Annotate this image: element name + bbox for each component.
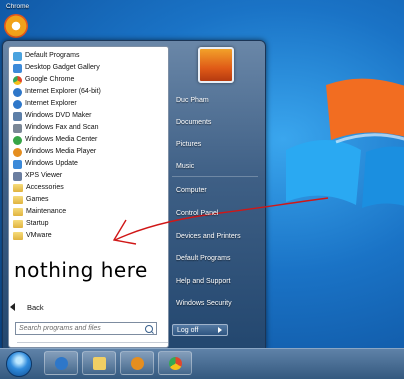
right-item-windows-security[interactable]: Windows Security xyxy=(176,300,232,307)
folder-icon xyxy=(13,220,23,228)
annotation-text: nothing here xyxy=(14,258,148,282)
program-item[interactable]: Windows Media Center xyxy=(11,134,166,146)
log-off-options-arrow-icon[interactable] xyxy=(218,327,222,333)
folder-icon xyxy=(13,196,23,204)
media-player-icon xyxy=(131,357,144,370)
right-item-documents[interactable]: Documents xyxy=(176,119,211,126)
folder-label: Maintenance xyxy=(26,208,67,215)
program-label: Internet Explorer (64-bit) xyxy=(25,88,101,95)
folder-icon xyxy=(13,184,23,192)
program-item[interactable]: Windows DVD Maker xyxy=(11,110,166,122)
log-off-label: Log off xyxy=(177,327,199,334)
chrome-icon xyxy=(13,75,22,85)
taskbar-media-player[interactable] xyxy=(120,351,154,375)
program-item[interactable]: Windows Fax and Scan xyxy=(11,122,166,134)
gadget-gallery-icon xyxy=(13,63,22,73)
default-programs-icon xyxy=(13,51,22,61)
chrome-desktop-icon[interactable] xyxy=(4,14,28,38)
taskbar-internet-explorer[interactable] xyxy=(44,351,78,375)
program-label: Windows Fax and Scan xyxy=(25,124,99,131)
right-item-music[interactable]: Music xyxy=(176,163,194,170)
folder-label: Games xyxy=(26,196,49,203)
program-label: Windows Media Center xyxy=(25,136,98,143)
taskbar-chrome[interactable] xyxy=(158,351,192,375)
internet-explorer-icon xyxy=(55,357,68,370)
back-button[interactable]: Back xyxy=(10,300,44,314)
search-icon[interactable] xyxy=(145,325,153,333)
back-arrow-icon xyxy=(10,303,15,311)
start-button[interactable] xyxy=(6,351,32,377)
program-label: Internet Explorer xyxy=(25,100,77,107)
program-item[interactable]: Desktop Gadget Gallery xyxy=(11,62,166,74)
search-input[interactable]: Search programs and files xyxy=(15,322,157,335)
program-label: Windows Update xyxy=(25,160,78,167)
folder-icon xyxy=(13,232,23,240)
user-picture[interactable] xyxy=(198,47,234,83)
program-label: Windows DVD Maker xyxy=(25,112,92,119)
search-placeholder: Search programs and files xyxy=(19,325,101,332)
right-item-control-panel[interactable]: Control Panel xyxy=(176,210,218,217)
internet-explorer-icon xyxy=(13,99,22,109)
program-item[interactable]: Default Programs xyxy=(11,50,166,62)
program-item[interactable]: Windows Media Player xyxy=(11,146,166,158)
right-item-pictures[interactable]: Pictures xyxy=(176,141,201,148)
right-item-help-support[interactable]: Help and Support xyxy=(176,278,230,285)
xps-viewer-icon xyxy=(13,171,22,181)
windows-update-icon xyxy=(13,159,22,169)
folder-label: Startup xyxy=(26,220,49,227)
user-name[interactable]: Duc Pham xyxy=(176,97,209,104)
desktop-icon-label: Chrome xyxy=(6,3,30,10)
program-label: XPS Viewer xyxy=(25,172,63,179)
taskbar-file-explorer[interactable] xyxy=(82,351,116,375)
chrome-icon xyxy=(169,357,182,370)
folder-label: VMware xyxy=(26,232,52,239)
program-item[interactable]: Internet Explorer xyxy=(11,98,166,110)
back-label: Back xyxy=(27,302,44,312)
file-explorer-icon xyxy=(93,357,106,370)
right-item-default-programs[interactable]: Default Programs xyxy=(176,255,230,262)
media-player-icon xyxy=(13,147,22,157)
dvd-maker-icon xyxy=(13,111,22,121)
folder-icon xyxy=(13,208,23,216)
program-item[interactable]: Google Chrome xyxy=(11,74,166,86)
fax-scan-icon xyxy=(13,123,22,133)
program-label: Default Programs xyxy=(25,52,80,59)
program-item[interactable]: Internet Explorer (64-bit) xyxy=(11,86,166,98)
media-center-icon xyxy=(13,135,22,145)
folder-label: Accessories xyxy=(26,184,64,191)
program-label: Windows Media Player xyxy=(25,148,97,155)
program-label: Desktop Gadget Gallery xyxy=(25,64,100,71)
right-item-devices-printers[interactable]: Devices and Printers xyxy=(176,233,241,240)
program-label: Google Chrome xyxy=(25,76,75,83)
right-separator xyxy=(172,176,258,177)
right-item-computer[interactable]: Computer xyxy=(176,187,207,194)
internet-explorer-icon xyxy=(13,87,22,97)
divider xyxy=(17,342,168,343)
